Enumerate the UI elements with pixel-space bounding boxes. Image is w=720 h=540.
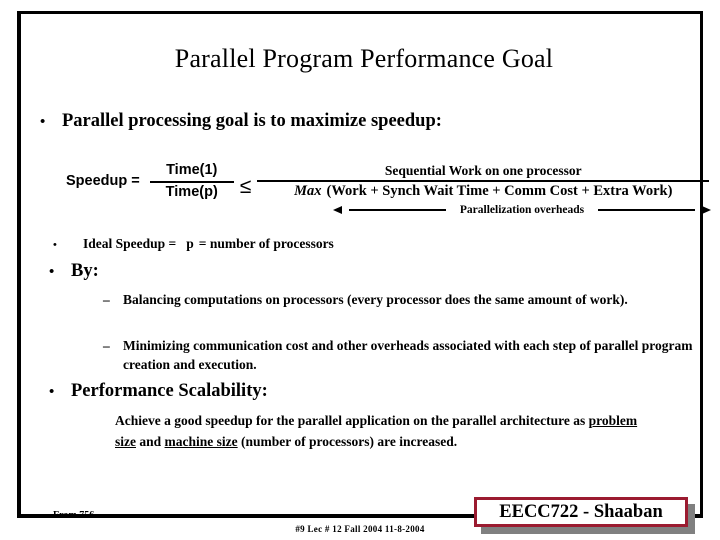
sub-bullet-balancing: – Balancing computations on processors (… <box>103 290 683 309</box>
ideal-speedup-variable: p <box>186 236 194 251</box>
bullet-parallel-processing-goal: • Parallel processing goal is to maximiz… <box>40 111 442 132</box>
bullet-glyph: • <box>49 384 55 400</box>
arrow-line-right <box>591 205 702 215</box>
fraction-bar-right <box>257 180 710 183</box>
dash-glyph: – <box>103 338 110 353</box>
time-ratio-fraction: Time(1) Time(p) <box>149 162 234 201</box>
scalability-part2: and <box>136 433 165 449</box>
speedup-formula: Speedup = Time(1) Time(p) ≤ Sequential W… <box>66 162 710 201</box>
speedup-label: Speedup = <box>66 172 140 189</box>
scalability-machine-size: machine size <box>164 433 238 449</box>
arrow-right-head-icon <box>702 206 711 214</box>
scalability-part3: (number of processors) are increased. <box>237 433 458 449</box>
overheads-label: Parallelization overheads <box>459 204 585 216</box>
less-than-or-equal-sign: ≤ <box>239 174 252 198</box>
arrow-left-head-icon <box>333 206 342 214</box>
sub-bullet-minimizing-text: Minimizing communication cost and other … <box>123 338 693 373</box>
bullet-goal-text: Parallel processing goal is to maximize … <box>62 111 442 131</box>
scalability-description: Achieve a good speedup for the parallel … <box>115 411 650 452</box>
dash-glyph: – <box>103 292 110 307</box>
bullet-scalability-text: Performance Scalability: <box>71 381 268 401</box>
time-one-numerator: Time(1) <box>166 162 218 178</box>
slide-frame: Parallel Program Performance Goal • Para… <box>17 11 711 521</box>
max-work-denominator: Max (Work + Synch Wait Time + Comm Cost +… <box>290 183 676 201</box>
sequential-work-numerator: Sequential Work on one processor <box>384 162 582 178</box>
bullet-glyph: • <box>53 239 57 251</box>
max-operator: Max <box>294 183 322 200</box>
ideal-speedup-pre: Ideal Speedup = <box>83 236 177 251</box>
bullet-glyph: • <box>40 114 46 130</box>
bullet-performance-scalability: • Performance Scalability: <box>49 381 268 402</box>
fraction-bar-left <box>149 180 234 183</box>
page-title: Parallel Program Performance Goal <box>174 44 554 73</box>
max-operands: (Work + Synch Wait Time + Comm Cost + Ex… <box>326 183 673 200</box>
work-ratio-fraction: Sequential Work on one processor Max (Wor… <box>257 162 710 201</box>
bullet-ideal-speedup: • Ideal Speedup = p = number of processo… <box>53 236 334 252</box>
sub-bullet-minimizing: – Minimizing communication cost and othe… <box>103 336 703 374</box>
ideal-speedup-post: = number of processors <box>198 236 334 251</box>
sub-bullet-balancing-text: Balancing computations on processors (ev… <box>123 292 628 307</box>
course-badge: EECC722 - Shaaban <box>474 497 688 527</box>
source-note: From 756 <box>53 510 95 521</box>
arrow-line-left <box>342 205 453 215</box>
slide-page-note: #9 Lec # 12 Fall 2004 11-8-2004 <box>295 524 425 534</box>
scalability-part1: Achieve a good speedup for the parallel … <box>115 413 589 428</box>
bullet-by-text: By: <box>71 261 99 281</box>
course-badge-label: EECC722 - Shaaban <box>499 501 663 522</box>
bullet-glyph: • <box>49 264 55 280</box>
bullet-by: • By: <box>49 261 99 282</box>
time-p-denominator: Time(p) <box>165 183 218 200</box>
parallelization-overheads-arrow: Parallelization overheads <box>333 204 711 216</box>
